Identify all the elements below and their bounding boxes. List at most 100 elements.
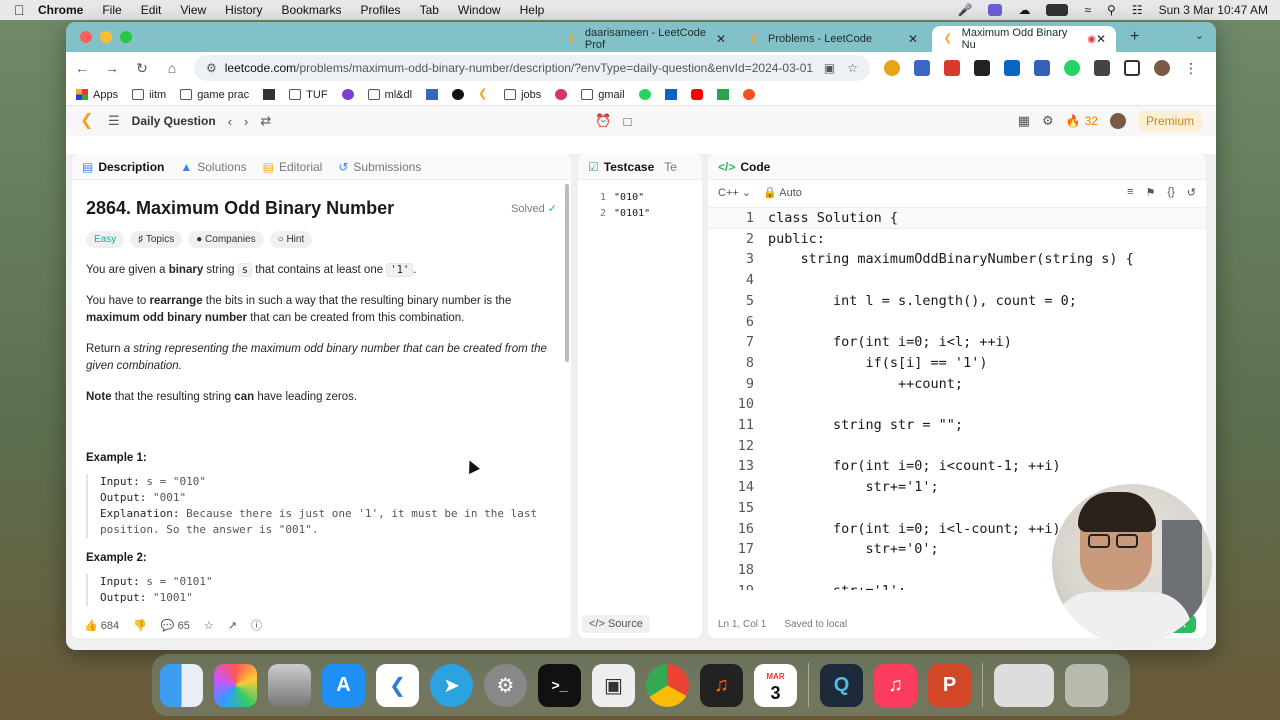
extension-icon[interactable] (884, 60, 900, 76)
premium-button[interactable]: Premium (1137, 111, 1202, 131)
code-line[interactable]: 5 int l = s.length(), count = 0; (708, 291, 1206, 311)
battery-icon[interactable] (1046, 4, 1069, 16)
bookmark-game-prac[interactable]: game prac (180, 89, 249, 101)
bookmark-linkedin[interactable] (664, 89, 677, 100)
menu-file[interactable]: File (102, 3, 121, 17)
problem-title[interactable]: 2864. Maximum Odd Binary Number (86, 198, 557, 219)
home-icon[interactable]: ⌂ (164, 60, 180, 76)
problem-list-icon[interactable]: ☰ (108, 113, 120, 129)
code-line[interactable]: 6 (708, 312, 1206, 332)
extension-icon[interactable] (1034, 60, 1050, 76)
launchpad-icon[interactable] (214, 663, 257, 707)
system-settings-icon[interactable]: ⚙ (484, 663, 527, 707)
menubar-clock[interactable]: Sun 3 Mar 10:47 AM (1159, 3, 1268, 17)
prev-problem-icon[interactable]: ‹ (228, 114, 232, 129)
address-bar[interactable]: ⚙ leetcode.com /problems/maximum-odd-bin… (194, 55, 870, 81)
bookmark-jobs[interactable]: jobs (504, 89, 541, 101)
bookmark-github[interactable] (452, 89, 465, 100)
settings-gear-icon[interactable]: ⚙ (1042, 113, 1054, 129)
reset-code-icon[interactable]: ↺ (1187, 186, 1196, 199)
chrome-menu-icon[interactable]: ⋮ (1184, 60, 1198, 77)
chrome-icon[interactable] (646, 663, 689, 707)
share-icon[interactable]: ↗ (228, 619, 237, 632)
code-line[interactable]: 13 for(int i=0; i<count-1; ++i) (708, 456, 1206, 476)
telegram-icon[interactable]: ➤ (430, 663, 473, 707)
search-icon[interactable]: ⚲ (1107, 3, 1116, 17)
code-line[interactable]: 8 if(s[i] == '1') (708, 353, 1206, 373)
trash-icon[interactable] (1065, 663, 1108, 707)
tab-solutions[interactable]: ▲ Solutions (180, 160, 246, 174)
topics-chip[interactable]: ♯ Topics (130, 231, 183, 248)
tab-editorial[interactable]: ▤ Editorial (263, 160, 323, 174)
code-line[interactable]: 1 class Solution { (708, 207, 1206, 229)
bookmark-site[interactable] (263, 89, 276, 100)
timer-icon[interactable]: ⏰ (595, 113, 611, 129)
bookmark-youtube[interactable] (690, 89, 703, 100)
close-window-button[interactable] (80, 31, 92, 43)
bookmark-site[interactable] (426, 89, 439, 100)
favorite-star-icon[interactable]: ☆ (204, 619, 214, 632)
audacity-icon[interactable]: ♫ (700, 663, 743, 707)
chrome-window-thumbnail[interactable] (994, 663, 1054, 707)
leetcode-logo-icon[interactable]: ❮ (80, 112, 96, 130)
code-line[interactable]: 2 public: (708, 229, 1206, 249)
code-line[interactable]: 7 for(int i=0; i<l; ++i) (708, 332, 1206, 352)
next-problem-icon[interactable]: › (244, 114, 248, 129)
close-tab-icon[interactable]: ✕ (908, 32, 918, 46)
streak-fire-icon[interactable]: 🔥 (1066, 114, 1081, 128)
menu-view[interactable]: View (180, 3, 206, 17)
back-arrow-icon[interactable]: ← (74, 60, 90, 76)
mic-icon[interactable]: 🎤 (957, 3, 972, 17)
code-line[interactable]: 9 ++count; (708, 374, 1206, 394)
control-center-icon[interactable]: ☷ (1132, 3, 1143, 17)
description-scrollbar[interactable] (565, 184, 569, 362)
tab-code[interactable]: </> Code (718, 160, 770, 174)
extension-icon[interactable] (944, 60, 960, 76)
tab-testcase[interactable]: ☑ Testcase (588, 160, 654, 174)
menu-profiles[interactable]: Profiles (361, 3, 401, 17)
like-button[interactable]: 👍 684 (84, 619, 119, 632)
hint-chip[interactable]: ○ Hint (269, 231, 313, 248)
terminal-icon[interactable]: >_ (538, 663, 581, 707)
bookmark-site[interactable] (555, 89, 568, 100)
site-info-icon[interactable]: ⚙ (206, 61, 217, 75)
format-icon[interactable]: ≡ (1127, 186, 1133, 199)
notes-icon[interactable]: □ (623, 114, 631, 129)
database-icon[interactable] (268, 663, 311, 707)
bookmark-whatsapp[interactable] (638, 89, 651, 100)
extension-icon[interactable] (974, 60, 990, 76)
tab-search-chevron-icon[interactable]: ⌄ (1195, 29, 1204, 42)
linkedin-icon[interactable] (1004, 60, 1020, 76)
browser-tab-problems[interactable]: ❮ Problems - LeetCode ✕ (738, 26, 928, 52)
dislike-icon[interactable]: 👎 (133, 619, 147, 632)
cast-icon[interactable]: ▣ (824, 61, 835, 75)
menu-window[interactable]: Window (458, 3, 501, 17)
zoom-window-button[interactable] (120, 31, 132, 43)
whatsapp-icon[interactable] (1064, 60, 1080, 76)
cloud-icon[interactable]: ☁ (1018, 3, 1030, 17)
menu-bookmarks[interactable]: Bookmarks (282, 3, 342, 17)
quicktime-icon[interactable]: Q (820, 663, 863, 707)
bookmark-leetcode[interactable]: ❮ (478, 89, 490, 100)
browser-tab-profile[interactable]: ❮ daarisameen - LeetCode Prof ✕ (556, 26, 736, 52)
testcase-editor[interactable]: 1 "010" 2 "0101" (578, 180, 702, 222)
vscode-icon[interactable]: ❮ (376, 663, 419, 707)
menu-edit[interactable]: Edit (141, 3, 162, 17)
reload-icon[interactable]: ↻ (134, 60, 150, 77)
app-store-icon[interactable]: A (322, 663, 365, 707)
code-line[interactable]: 12 (708, 436, 1206, 456)
apple-icon[interactable]:  (14, 3, 28, 17)
autocomplete-toggle[interactable]: 🔒 Auto (763, 186, 802, 199)
user-avatar[interactable] (1109, 113, 1126, 129)
bookmark-gmail[interactable]: gmail (581, 89, 625, 101)
forward-arrow-icon[interactable]: → (104, 60, 120, 76)
help-icon[interactable]: ⓘ (251, 617, 262, 633)
bookmark-site[interactable] (742, 89, 755, 100)
wifi-icon[interactable]: ≈ (1084, 3, 1091, 17)
minimize-window-button[interactable] (100, 31, 112, 43)
comments-button[interactable]: 💬 65 (161, 619, 190, 632)
code-line[interactable]: 3 string maximumOddBinaryNumber(string s… (708, 249, 1206, 269)
browser-tab-active[interactable]: ❮ Maximum Odd Binary Nu ◉ ✕ (932, 26, 1116, 52)
finder-icon[interactable] (160, 663, 203, 707)
bookmark-star-icon[interactable]: ☆ (847, 61, 858, 75)
